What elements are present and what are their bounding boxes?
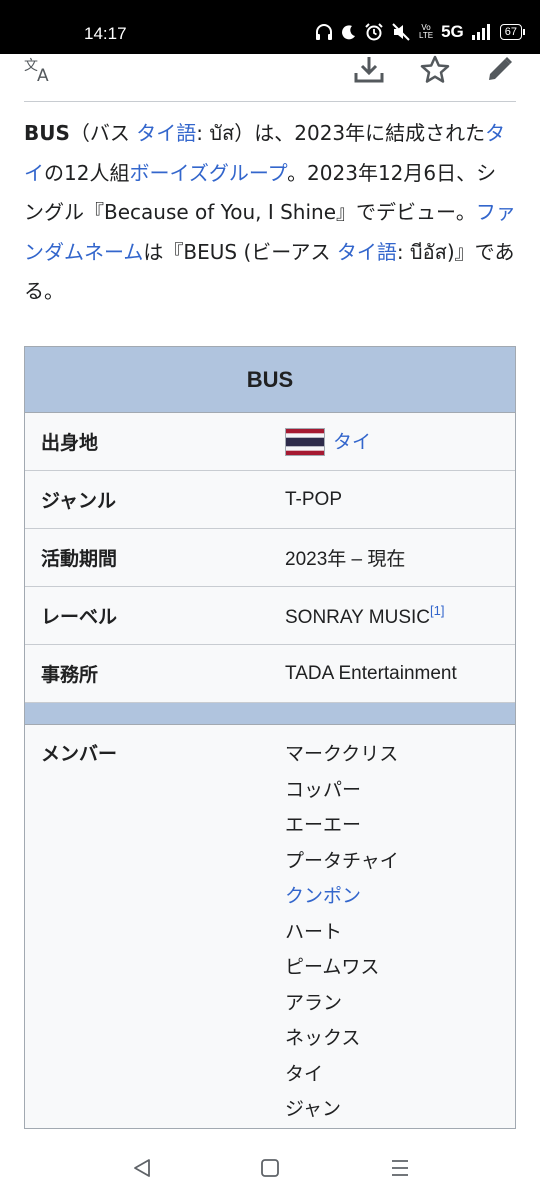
- infobox-label: 活動期間: [41, 548, 118, 570]
- reference-link[interactable]: [1]: [430, 603, 444, 618]
- lead-paragraph: BUS（バス タイ語: บัส）は、2023年に結成されたタイの12人組ボーイズ…: [24, 114, 516, 312]
- svg-text:文: 文: [24, 58, 38, 74]
- infobox-row-years-active: 活動期間 2023年 – 現在: [25, 529, 515, 587]
- infobox-row-label: レーベル SONRAY MUSIC[1]: [25, 587, 515, 645]
- infobox-label: メンバー: [41, 743, 118, 765]
- volte-indicator: Vo LTE: [418, 23, 434, 40]
- language-icon[interactable]: 文A: [24, 54, 56, 84]
- member-item: アラン: [285, 991, 343, 1014]
- link-thai-language[interactable]: タイ語: [136, 121, 196, 145]
- infobox-label: 出身地: [41, 432, 99, 454]
- navigation-bar: [0, 1133, 540, 1200]
- recents-menu-icon[interactable]: [385, 1153, 415, 1183]
- infobox-label: レーベル: [41, 606, 118, 628]
- infobox-value: タイ: [285, 427, 515, 457]
- back-icon[interactable]: [127, 1153, 157, 1183]
- link-origin-thailand[interactable]: タイ: [333, 432, 371, 453]
- infobox: BUS 出身地 タイ ジャンル T-POP 活動期間 2023年 – 現在 レー…: [24, 346, 516, 1129]
- infobox-label: ジャンル: [41, 490, 117, 512]
- lead-text-3: の12人組: [44, 160, 130, 185]
- member-item: コッパー: [285, 778, 362, 801]
- status-time: 14:17: [84, 24, 127, 43]
- infobox-row-agency: 事務所 TADA Entertainment: [25, 645, 515, 703]
- member-item: マーククリス: [285, 743, 399, 765]
- star-icon[interactable]: [418, 54, 452, 84]
- member-item: ピームワス: [285, 956, 380, 978]
- edit-icon[interactable]: [484, 54, 516, 84]
- page-toolbar: 文A: [24, 54, 516, 102]
- mute-icon: [391, 23, 411, 41]
- signal-icon: [471, 24, 492, 40]
- infobox-title: BUS: [25, 347, 515, 413]
- link-boys-group[interactable]: ボーイズグループ: [129, 161, 287, 185]
- infobox-label: 事務所: [41, 664, 99, 686]
- member-item-link[interactable]: クンポン: [285, 879, 399, 915]
- label-name: SONRAY MUSIC: [285, 606, 430, 628]
- infobox-value: SONRAY MUSIC[1]: [285, 603, 515, 629]
- member-item: エーエー: [285, 814, 362, 836]
- network-type: 5G: [441, 22, 464, 41]
- member-item: ネックス: [285, 1027, 361, 1049]
- infobox-value: 2023年 – 現在: [285, 549, 406, 570]
- moon-icon: [341, 24, 357, 40]
- home-icon[interactable]: [255, 1153, 285, 1183]
- member-item: プータチャイ: [285, 849, 399, 872]
- alarm-icon: [365, 23, 383, 41]
- infobox-row-genre: ジャンル T-POP: [25, 471, 515, 529]
- infobox-row-members: メンバー マーククリス コッパー エーエー プータチャイ クンポン ハート ピー…: [25, 725, 515, 1128]
- member-item: ハート: [285, 920, 343, 943]
- lead-text-1: （バス: [69, 121, 137, 145]
- infobox-row-origin: 出身地 タイ: [25, 413, 515, 471]
- link-thai-language-2[interactable]: タイ語: [337, 240, 397, 264]
- member-item: タイ: [285, 1062, 324, 1085]
- lead-text-5: は『BEUS (ビーアス: [143, 239, 337, 264]
- status-bar: 14:17 Vo LTE 5G 67: [0, 0, 540, 54]
- article-title-bold: BUS: [24, 121, 70, 145]
- svg-text:A: A: [37, 66, 49, 82]
- status-icons: Vo LTE 5G 67: [315, 22, 526, 42]
- battery-icon: 67: [499, 24, 526, 40]
- download-icon[interactable]: [352, 54, 386, 84]
- member-list: マーククリス コッパー エーエー プータチャイ クンポン ハート ピームワス ア…: [285, 737, 399, 1128]
- infobox-section-divider: [25, 703, 515, 725]
- infobox-value: TADA Entertainment: [285, 662, 457, 684]
- lead-text-2: : บัส）は、2023年に結成された: [196, 121, 486, 145]
- infobox-value: T-POP: [285, 488, 343, 510]
- headphones-icon: [315, 24, 333, 40]
- thailand-flag-icon: [285, 428, 325, 457]
- member-item: ジャン: [285, 1098, 342, 1120]
